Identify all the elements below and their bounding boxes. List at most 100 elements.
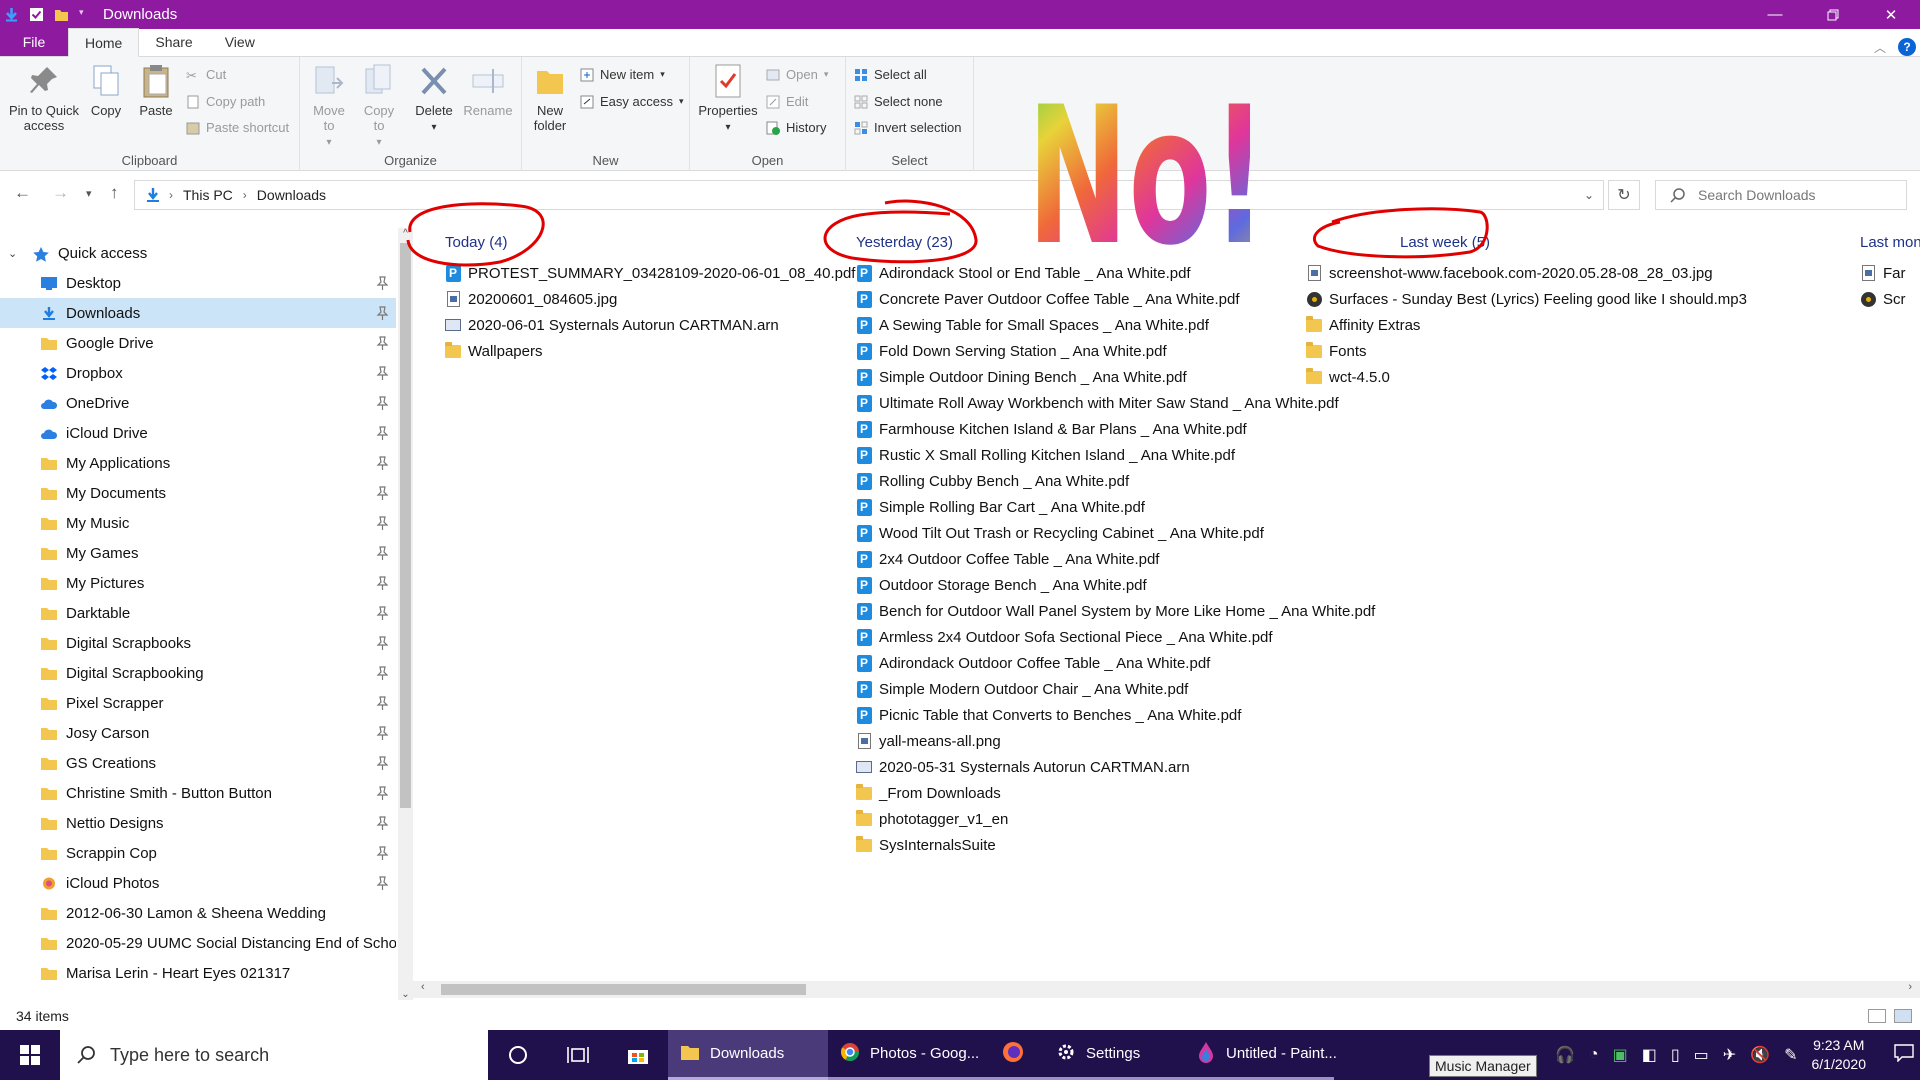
delete-button[interactable]: Delete ▾ (412, 63, 456, 135)
file-item[interactable]: screenshot-www.facebook.com-2020.05.28-0… (1306, 260, 1713, 286)
notifications-icon[interactable] (1894, 1043, 1914, 1067)
start-button[interactable] (0, 1030, 60, 1080)
usb-icon[interactable]: ▯ (1671, 1045, 1680, 1065)
taskbar-app-photos[interactable]: Photos - Goog... (828, 1030, 990, 1080)
copy-path-button[interactable]: Copy path (186, 94, 265, 109)
search-box[interactable] (1655, 180, 1907, 210)
group-header[interactable]: Today (4) (445, 234, 508, 251)
address-bar[interactable]: › This PC › Downloads ⌄ (134, 180, 1604, 210)
edit-button[interactable]: Edit (766, 94, 808, 109)
invert-selection-button[interactable]: Invert selection (854, 120, 961, 135)
file-item[interactable]: yall-means-all.png (856, 728, 1001, 754)
nav-scrollbar[interactable]: ^ ⌄ (398, 228, 413, 1000)
file-item[interactable]: P Wood Tilt Out Trash or Recycling Cabine… (856, 520, 1264, 546)
file-item[interactable]: P Fold Down Serving Station _ Ana White.p… (856, 338, 1167, 364)
restore-icon[interactable] (1804, 0, 1862, 29)
scroll-left-icon[interactable]: ‹ (421, 981, 425, 993)
tab-view[interactable]: View (209, 28, 271, 56)
tray-app-icon[interactable]: ▣ (1613, 1045, 1628, 1065)
quick-access-header[interactable]: ⌄ Quick access (0, 238, 396, 268)
file-item[interactable]: 2020-05-31 Systernals Autorun CARTMAN.ar… (856, 754, 1190, 780)
sidebar-item-my-games[interactable]: My Games (0, 538, 396, 568)
tab-file[interactable]: File (0, 28, 68, 56)
file-item[interactable]: Far (1860, 260, 1906, 286)
taskbar-app-downloads[interactable]: Downloads (668, 1030, 828, 1080)
airplane-mode-icon[interactable]: ✈ (1723, 1045, 1736, 1065)
breadcrumb-this-pc[interactable]: This PC (183, 187, 233, 203)
cortana-icon[interactable] (488, 1030, 548, 1080)
paste-shortcut-button[interactable]: Paste shortcut (186, 120, 289, 135)
properties-check-icon[interactable] (29, 7, 44, 22)
address-dropdown-icon[interactable]: ⌄ (1575, 188, 1603, 202)
pin-icon[interactable] (376, 486, 389, 500)
taskbar-search-input[interactable] (110, 1044, 470, 1066)
scroll-up-icon[interactable]: ^ (398, 228, 413, 239)
sidebar-item-google-drive[interactable]: Google Drive (0, 328, 396, 358)
pin-icon[interactable] (376, 636, 389, 650)
sidebar-item-icloud-drive[interactable]: iCloud Drive (0, 418, 396, 448)
group-header[interactable]: Last mon (1860, 234, 1920, 251)
properties-button[interactable]: Properties ▾ (696, 63, 760, 135)
file-item[interactable]: wct-4.5.0 (1306, 364, 1390, 390)
breadcrumb-downloads[interactable]: Downloads (257, 187, 326, 203)
pin-icon[interactable] (376, 516, 389, 530)
pin-icon[interactable] (376, 786, 389, 800)
clock[interactable]: 9:23 AM 6/1/2020 (1812, 1036, 1867, 1074)
sidebar-item-my-pictures[interactable]: My Pictures (0, 568, 396, 598)
sidebar-item-dropbox[interactable]: Dropbox (0, 358, 396, 388)
file-item[interactable]: Affinity Extras (1306, 312, 1420, 338)
expand-chevron-icon[interactable]: ⌄ (8, 247, 20, 260)
taskbar-search[interactable] (60, 1030, 488, 1080)
task-view-icon[interactable] (548, 1030, 608, 1080)
file-item[interactable]: _From Downloads (856, 780, 1001, 806)
recent-locations-chevron-icon[interactable]: ▾ (86, 187, 92, 200)
help-icon[interactable]: ? (1898, 38, 1916, 56)
pin-icon[interactable] (376, 876, 389, 890)
sidebar-item-nettio-designs[interactable]: Nettio Designs (0, 808, 396, 838)
sidebar-item-icloud-photos[interactable]: iCloud Photos (0, 868, 396, 898)
scroll-right-icon[interactable]: › (1908, 981, 1912, 993)
pin-icon[interactable] (376, 756, 389, 770)
file-item[interactable]: P Ultimate Roll Away Workbench with Miter… (856, 390, 1339, 416)
pin-icon[interactable] (376, 276, 389, 290)
file-item[interactable]: Surfaces - Sunday Best (Lyrics) Feeling … (1306, 286, 1747, 312)
breadcrumb-chevron-icon[interactable]: › (169, 188, 173, 202)
file-item[interactable]: Scr (1860, 286, 1906, 312)
pen-icon[interactable]: ✎ (1784, 1045, 1797, 1065)
file-item[interactable]: P Simple Outdoor Dining Bench _ Ana White… (856, 364, 1187, 390)
sidebar-item-marisa-lerin-heart-eyes-021317[interactable]: Marisa Lerin - Heart Eyes 021317 (0, 958, 396, 988)
nav-scroll-thumb[interactable] (400, 243, 411, 808)
minimize-icon[interactable]: — (1746, 0, 1804, 29)
taskbar-app-paint[interactable]: Untitled - Paint... (1184, 1030, 1337, 1080)
new-folder-button[interactable]: New folder (528, 63, 572, 133)
new-item-button[interactable]: New item ▾ (580, 67, 665, 82)
pin-icon[interactable] (376, 336, 389, 350)
sidebar-item-2012-06-30-lamon-sheena-wedding[interactable]: 2012-06-30 Lamon & Sheena Wedding (0, 898, 396, 928)
file-item[interactable]: P Adirondack Outdoor Coffee Table _ Ana W… (856, 650, 1210, 676)
headphones-icon[interactable]: 🎧 (1555, 1045, 1575, 1065)
pin-icon[interactable] (376, 726, 389, 740)
file-item[interactable]: P Armless 2x4 Outdoor Sofa Sectional Piec… (856, 624, 1273, 650)
file-item[interactable]: SysInternalsSuite (856, 832, 996, 858)
tray-app-icon[interactable]: ◔ (1589, 1046, 1599, 1064)
copy-to-button[interactable]: Copy to ▾ (358, 63, 400, 150)
easy-access-button[interactable]: Easy access ▾ (580, 94, 684, 109)
file-item[interactable]: P Adirondack Stool or End Table _ Ana Whi… (856, 260, 1191, 286)
forward-arrow-icon[interactable]: → (52, 183, 69, 203)
pin-icon[interactable] (376, 426, 389, 440)
file-item[interactable]: 20200601_084605.jpg (445, 286, 617, 312)
taskbar-app-settings[interactable]: Settings (1044, 1030, 1184, 1080)
collapse-ribbon-icon[interactable]: ︿ (1874, 39, 1886, 56)
pin-icon[interactable] (376, 396, 389, 410)
file-item[interactable]: P PROTEST_SUMMARY_03428109-2020-06-01_08_… (445, 260, 855, 286)
volume-muted-icon[interactable]: 🔇 (1750, 1045, 1770, 1065)
sidebar-item-digital-scrapbooking[interactable]: Digital Scrapbooking (0, 658, 396, 688)
tray-app-icon[interactable]: ◧ (1642, 1045, 1657, 1065)
sidebar-item-downloads[interactable]: Downloads (0, 298, 396, 328)
horizontal-scroll-thumb[interactable] (441, 984, 806, 995)
select-none-button[interactable]: Select none (854, 94, 943, 109)
tab-home[interactable]: Home (68, 28, 140, 57)
file-item[interactable]: P Picnic Table that Converts to Benches _… (856, 702, 1241, 728)
file-item[interactable]: P Bench for Outdoor Wall Panel System by … (856, 598, 1375, 624)
sidebar-item-scrappin-cop[interactable]: Scrappin Cop (0, 838, 396, 868)
